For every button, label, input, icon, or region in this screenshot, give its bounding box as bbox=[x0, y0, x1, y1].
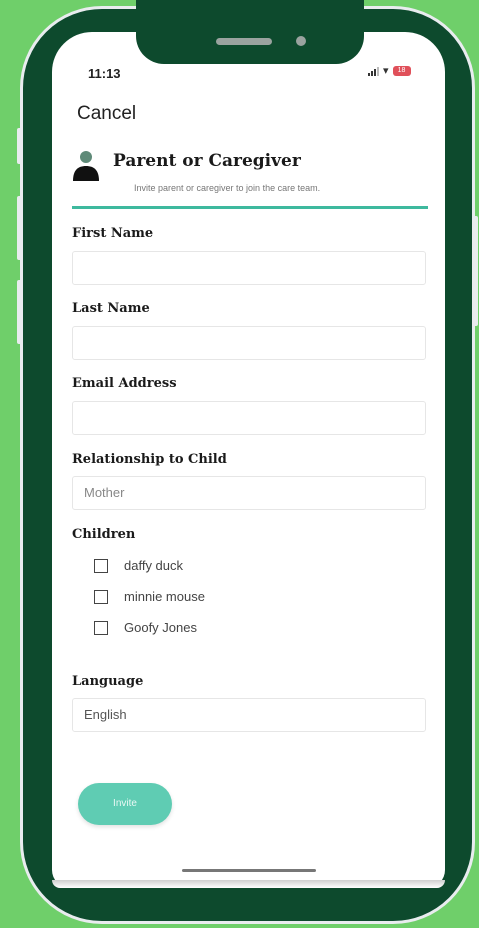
last-name-field[interactable] bbox=[72, 326, 426, 360]
language-label: Language bbox=[72, 674, 144, 689]
checkbox[interactable] bbox=[94, 589, 108, 604]
first-name-field[interactable] bbox=[72, 251, 426, 285]
status-time: 11:13 bbox=[88, 66, 121, 81]
screen-bottom-edge bbox=[52, 880, 445, 888]
relationship-field[interactable]: Mother bbox=[72, 476, 426, 510]
battery-icon: 18 bbox=[392, 66, 411, 76]
cancel-button[interactable]: Cancel bbox=[77, 103, 136, 125]
child-checkbox-row[interactable]: daffy duck bbox=[94, 558, 183, 573]
child-name: daffy duck bbox=[124, 558, 184, 573]
child-checkbox-row[interactable]: minnie mouse bbox=[94, 589, 205, 604]
email-label: Email Address bbox=[72, 376, 177, 391]
email-field[interactable] bbox=[72, 401, 426, 435]
side-button-volume-up bbox=[17, 196, 23, 260]
invite-button[interactable]: Invite bbox=[78, 783, 172, 825]
child-name: minnie mouse bbox=[124, 589, 205, 604]
side-button-volume-down bbox=[17, 280, 23, 344]
checkbox[interactable] bbox=[94, 558, 108, 573]
header-divider bbox=[72, 206, 428, 209]
phone-notch bbox=[136, 0, 364, 64]
status-icons: ▾ 18 bbox=[368, 65, 411, 77]
child-checkbox-row[interactable]: Goofy Jones bbox=[94, 620, 197, 635]
signal-icon bbox=[368, 66, 379, 76]
wifi-icon: ▾ bbox=[383, 65, 389, 77]
page-subtitle: Invite parent or caregiver to join the c… bbox=[134, 183, 321, 193]
last-name-label: Last Name bbox=[72, 301, 150, 316]
relationship-label: Relationship to Child bbox=[72, 452, 227, 467]
child-name: Goofy Jones bbox=[124, 620, 197, 635]
page-title: Parent or Caregiver bbox=[113, 151, 301, 171]
side-button-mute bbox=[17, 128, 23, 164]
children-label: Children bbox=[72, 527, 136, 542]
home-indicator[interactable] bbox=[182, 869, 316, 872]
front-camera bbox=[296, 36, 306, 46]
person-icon bbox=[73, 151, 99, 181]
side-button-power bbox=[472, 216, 478, 326]
first-name-label: First Name bbox=[72, 226, 154, 241]
checkbox[interactable] bbox=[94, 620, 108, 635]
language-field[interactable]: English bbox=[72, 698, 426, 732]
speaker-grille bbox=[216, 38, 272, 45]
